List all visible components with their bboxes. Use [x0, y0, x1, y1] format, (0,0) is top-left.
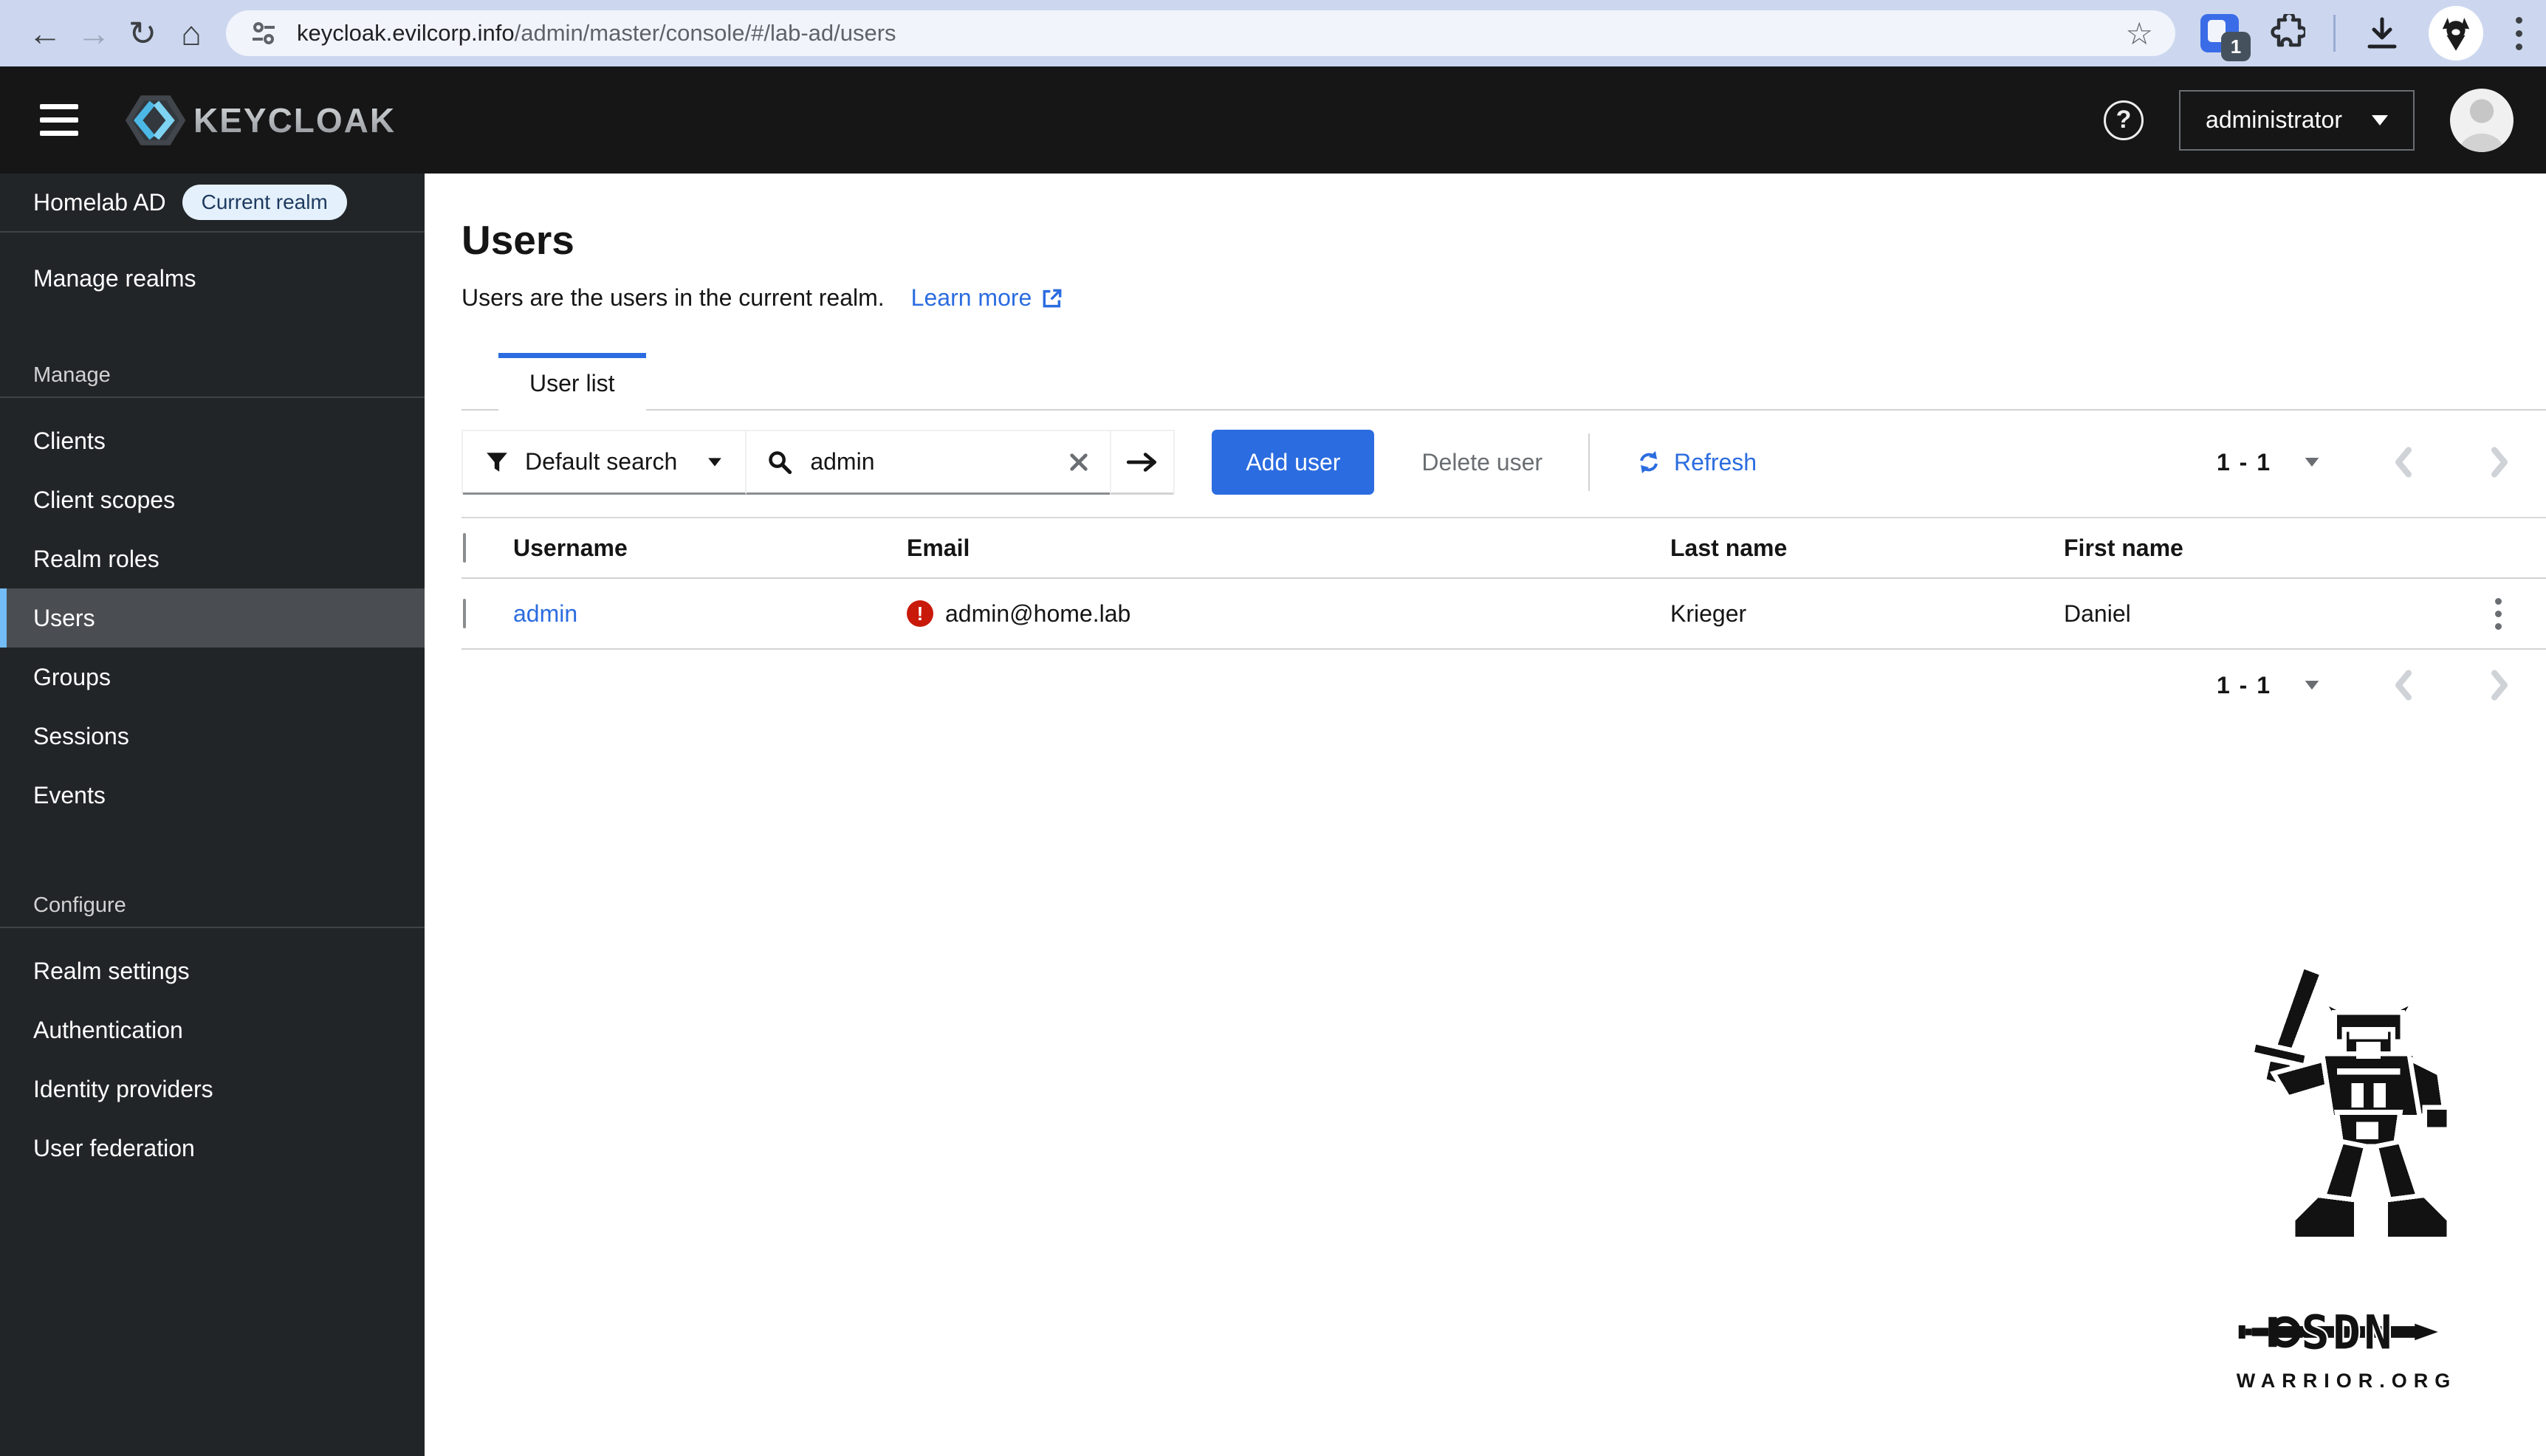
help-icon[interactable]: ?	[2104, 100, 2144, 140]
site-info-icon[interactable]	[248, 18, 279, 49]
chevron-down-icon	[708, 457, 722, 467]
tab-bar: User list	[461, 353, 2546, 411]
watermark-subtitle: WARRIOR.ORG	[2236, 1370, 2457, 1392]
arrow-right-icon	[1127, 452, 1157, 472]
email-error-icon: !	[907, 600, 933, 627]
search-icon	[769, 450, 792, 474]
realm-name: Homelab AD	[33, 188, 166, 216]
toolbar-separator	[2333, 15, 2336, 52]
search-value: admin	[810, 448, 875, 475]
pixel-warrior-icon	[2248, 963, 2451, 1242]
current-realm-badge: Current realm	[182, 185, 347, 220]
sidebar-item-client-scopes[interactable]: Client scopes	[0, 470, 425, 529]
sidebar-item-authentication[interactable]: Authentication	[0, 1000, 425, 1060]
row-actions-kebab-icon[interactable]	[2488, 591, 2509, 637]
sidebar-item-realm-settings[interactable]: Realm settings	[0, 941, 425, 1000]
brand-text: KEYCLOAK	[193, 100, 397, 140]
sdn-warrior-watermark: SDN WARRIOR.ORG	[2192, 947, 2502, 1393]
sidebar-item-users[interactable]: Users	[0, 588, 425, 648]
delete-user-button[interactable]: Delete user	[1421, 449, 1543, 476]
filter-icon	[487, 452, 507, 472]
extensions-puzzle-icon[interactable]	[2267, 14, 2305, 52]
page-description: Users are the users in the current realm…	[461, 284, 885, 311]
col-first-name: First name	[2064, 534, 2183, 561]
next-page-icon[interactable]	[2487, 446, 2512, 478]
chevron-down-icon	[2372, 114, 2388, 126]
tab-user-list[interactable]: User list	[498, 353, 646, 411]
downloads-icon[interactable]	[2364, 15, 2401, 52]
bookmark-star-icon[interactable]: ☆	[2125, 16, 2153, 52]
address-bar[interactable]: keycloak.evilcorp.info/admin/master/cons…	[226, 10, 2175, 56]
external-link-icon	[1043, 289, 1062, 307]
prev-page-icon[interactable]	[2391, 669, 2416, 701]
user-menu-dropdown[interactable]: administrator	[2179, 89, 2415, 151]
sdn-sword-logo: SDN	[2238, 1304, 2438, 1361]
sidebar-item-clients[interactable]: Clients	[0, 411, 425, 470]
nav-section-configure: Configure	[33, 893, 126, 917]
password-extension-icon[interactable]: 1	[2200, 14, 2251, 61]
search-input[interactable]: admin	[747, 431, 1111, 495]
table-toolbar: Default search admin Add user Delete use…	[461, 430, 2546, 495]
refresh-icon	[1640, 451, 1658, 473]
pagination-menu-icon[interactable]	[2305, 458, 2319, 467]
refresh-button[interactable]: Refresh	[1636, 449, 1757, 476]
extension-badge: 1	[2221, 32, 2251, 61]
browser-profile-avatar[interactable]	[2429, 6, 2483, 61]
prev-page-icon[interactable]	[2391, 446, 2416, 478]
sidebar-nav: Homelab AD Current realm Manage realms M…	[0, 174, 425, 1456]
sidebar-item-manage-realms[interactable]: Manage realms	[0, 249, 425, 308]
main-content: Users Users are the users in the current…	[425, 174, 2546, 1456]
col-email: Email	[907, 534, 970, 561]
avatar[interactable]	[2450, 88, 2514, 152]
pagination-menu-icon[interactable]	[2305, 681, 2319, 690]
pagination-range: 1 - 1	[2216, 448, 2271, 475]
sidebar-item-identity-providers[interactable]: Identity providers	[0, 1060, 425, 1119]
forward-icon[interactable]: →	[69, 13, 118, 53]
reload-icon[interactable]: ↻	[118, 13, 167, 53]
realm-selector[interactable]: Homelab AD Current realm	[0, 174, 425, 233]
users-table: Username Email Last name First name admi…	[461, 517, 2546, 650]
pagination-range: 1 - 1	[2216, 671, 2271, 698]
page-title: Users	[461, 217, 574, 263]
clear-search-icon[interactable]	[1068, 452, 1089, 473]
home-icon[interactable]: ⌂	[167, 13, 216, 53]
nav-toggle-icon[interactable]	[32, 97, 86, 143]
add-user-button[interactable]: Add user	[1212, 430, 1375, 495]
sidebar-item-realm-roles[interactable]: Realm roles	[0, 529, 425, 588]
next-page-icon[interactable]	[2487, 669, 2512, 701]
user-menu-label: administrator	[2206, 106, 2342, 133]
search-type-dropdown[interactable]: Default search	[463, 431, 747, 495]
last-name-value: Krieger	[1670, 600, 1747, 627]
browser-menu-icon[interactable]	[2511, 13, 2527, 55]
sidebar-item-events[interactable]: Events	[0, 766, 425, 825]
row-checkbox[interactable]	[463, 598, 466, 628]
url-text: keycloak.evilcorp.info/admin/master/cons…	[297, 20, 896, 46]
keycloak-logo: KEYCLOAK	[115, 86, 396, 155]
table-row: admin ! admin@home.lab Krieger Daniel	[461, 579, 2546, 650]
sidebar-item-user-federation[interactable]: User federation	[0, 1119, 425, 1178]
learn-more-link[interactable]: Learn more	[911, 284, 1065, 312]
email-value: admin@home.lab	[945, 600, 1131, 627]
search-submit-button[interactable]	[1110, 431, 1174, 495]
divider	[1588, 433, 1591, 491]
browser-toolbar: ← → ↻ ⌂ keycloak.evilcorp.info/admin/mas…	[0, 0, 2546, 66]
sidebar-item-sessions[interactable]: Sessions	[0, 707, 425, 766]
select-all-checkbox[interactable]	[463, 532, 466, 563]
username-link[interactable]: admin	[513, 600, 577, 627]
col-last-name: Last name	[1670, 534, 1788, 561]
sidebar-item-groups[interactable]: Groups	[0, 648, 425, 707]
col-username: Username	[513, 534, 628, 561]
pagination-bottom: 1 - 1	[461, 669, 2546, 701]
first-name-value: Daniel	[2064, 600, 2131, 627]
app-header: KEYCLOAK ? administrator	[0, 66, 2546, 174]
back-icon[interactable]: ←	[21, 13, 69, 53]
nav-section-manage: Manage	[33, 363, 111, 387]
table-header-row: Username Email Last name First name	[461, 518, 2546, 579]
pagination-top: 1 - 1	[2217, 446, 2512, 478]
svg-text:SDN: SDN	[2302, 1306, 2395, 1359]
